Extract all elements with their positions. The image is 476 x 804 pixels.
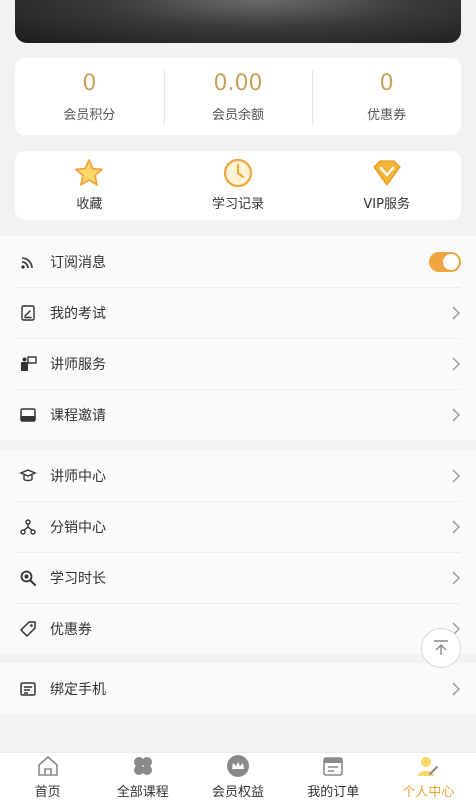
back-to-top-button[interactable] — [421, 628, 461, 668]
menu-item-my-exams[interactable]: 我的考试 — [0, 287, 476, 338]
chevron-right-icon — [452, 520, 460, 533]
tab-member-benefits[interactable]: 会员权益 — [190, 753, 285, 804]
clock-icon — [223, 158, 253, 188]
menu-item-label: 学习时长 — [50, 570, 106, 587]
lecturer-service-icon — [18, 354, 38, 374]
profile-banner — [15, 0, 461, 43]
stat-coupons[interactable]: 0 优惠券 — [312, 68, 461, 126]
coupon-tag-icon — [18, 619, 38, 639]
menu-group-3: 绑定手机 — [0, 663, 476, 714]
vip-diamond-icon — [372, 160, 401, 187]
menu-group-2: 讲师中心 分销中心 学习时长 优惠券 — [0, 450, 476, 654]
inbox-icon — [18, 405, 38, 425]
subscribe-toggle[interactable] — [429, 251, 461, 272]
chevron-right-icon — [452, 306, 460, 319]
rss-icon — [18, 252, 38, 272]
menu-item-label: 绑定手机 — [50, 681, 106, 698]
menu-item-label: 讲师服务 — [50, 356, 106, 373]
menu-item-label: 分销中心 — [50, 519, 106, 536]
quick-link-vip[interactable]: VIP服务 — [312, 151, 461, 220]
stat-points[interactable]: 0 会员积分 — [15, 68, 164, 126]
magnifier-icon — [18, 568, 38, 588]
menu-item-distribution-center[interactable]: 分销中心 — [0, 501, 476, 552]
stat-label: 优惠券 — [367, 108, 407, 123]
tab-label: 全部课程 — [116, 785, 169, 800]
menu-item-lecturer-center[interactable]: 讲师中心 — [0, 450, 476, 501]
menu-item-subscribe-messages[interactable]: 订阅消息 — [0, 236, 476, 287]
stat-label: 会员余额 — [212, 108, 265, 123]
menu-item-study-duration[interactable]: 学习时长 — [0, 552, 476, 603]
phone-card-icon — [18, 679, 38, 699]
menu-group-1: 订阅消息 我的考试 讲师服务 课程邀请 — [0, 236, 476, 440]
tab-label: 会员权益 — [212, 785, 265, 800]
quick-link-label: 收藏 — [76, 197, 103, 212]
user-icon — [418, 757, 439, 776]
quick-link-history[interactable]: 学习记录 — [164, 151, 313, 220]
exam-icon — [18, 303, 38, 323]
stat-label: 会员积分 — [63, 108, 116, 123]
menu-item-label: 课程邀请 — [50, 407, 106, 424]
stat-value: 0 — [379, 71, 394, 96]
member-stats-card: 0 会员积分 0.00 会员余额 0 优惠券 — [15, 58, 461, 135]
clover-icon — [133, 757, 152, 775]
star-icon — [75, 159, 104, 186]
tab-label: 我的订单 — [307, 785, 360, 800]
chevron-right-icon — [452, 469, 460, 482]
bottom-tab-bar: 首页 全部课程 会员权益 我的订单 个人中心 — [0, 752, 476, 804]
quick-link-favorites[interactable]: 收藏 — [15, 151, 164, 220]
tab-home[interactable]: 首页 — [0, 753, 95, 804]
quick-link-label: 学习记录 — [212, 197, 265, 212]
chevron-right-icon — [452, 571, 460, 584]
home-icon — [37, 756, 58, 776]
quick-link-label: VIP服务 — [363, 197, 410, 212]
crown-icon — [227, 755, 249, 777]
tab-label: 个人中心 — [402, 785, 455, 800]
menu-item-label: 优惠券 — [50, 621, 92, 638]
arrow-up-icon — [434, 640, 448, 655]
menu-item-label: 订阅消息 — [50, 254, 106, 271]
tab-label: 首页 — [34, 785, 61, 800]
tab-my-orders[interactable]: 我的订单 — [286, 753, 381, 804]
stat-value: 0.00 — [213, 71, 263, 96]
calendar-icon — [323, 757, 344, 776]
menu-item-coupons[interactable]: 优惠券 — [0, 603, 476, 654]
stat-value: 0 — [82, 71, 97, 96]
chevron-right-icon — [452, 357, 460, 370]
stat-balance[interactable]: 0.00 会员余额 — [163, 68, 313, 126]
quick-links-card: 收藏 学习记录 VIP服务 — [15, 151, 461, 220]
menu-item-label: 我的考试 — [50, 305, 106, 322]
chevron-right-icon — [452, 682, 460, 695]
chevron-right-icon — [452, 408, 460, 421]
menu-item-course-invitation[interactable]: 课程邀请 — [0, 389, 476, 440]
tab-personal-center[interactable]: 个人中心 — [381, 753, 476, 804]
tab-all-courses[interactable]: 全部课程 — [95, 753, 190, 804]
menu-item-lecturer-service[interactable]: 讲师服务 — [0, 338, 476, 389]
network-icon — [18, 517, 38, 537]
graduation-cap-icon — [18, 466, 38, 486]
menu-item-label: 讲师中心 — [50, 468, 106, 485]
menu-item-bind-phone[interactable]: 绑定手机 — [0, 663, 476, 714]
